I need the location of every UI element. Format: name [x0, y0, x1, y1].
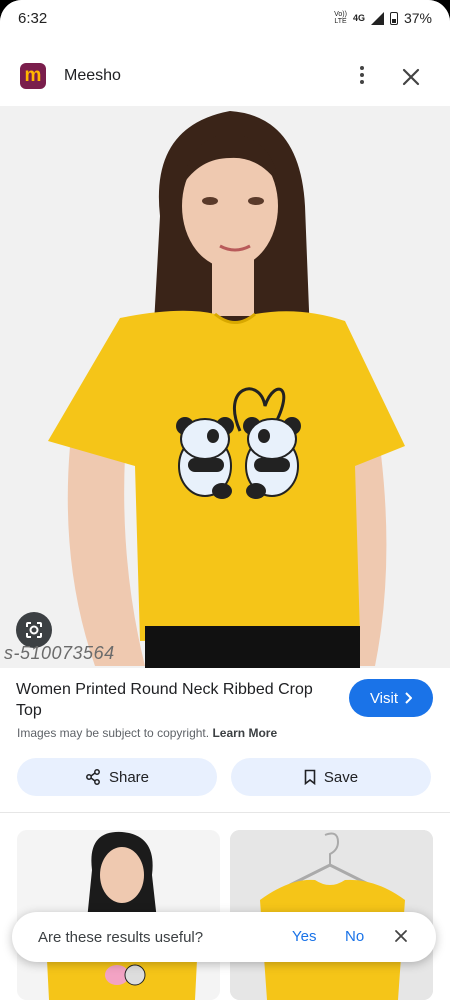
visit-button[interactable]: Visit: [349, 679, 433, 717]
screen: 6:32 Vo)) LTE 4G 37% m Meesho s-51007356…: [0, 0, 450, 1000]
share-label: Share: [108, 768, 150, 786]
battery-level: 37%: [403, 10, 432, 26]
copyright-text: Images may be subject to copyright.: [17, 726, 210, 740]
result-title[interactable]: Women Printed Round Neck Ribbed Crop Top: [16, 679, 316, 721]
save-button[interactable]: Save: [231, 758, 431, 796]
product-photo: [0, 106, 450, 668]
close-icon[interactable]: [398, 64, 424, 90]
status-time: 6:32: [18, 10, 48, 27]
feedback-bar: Are these results useful? Yes No: [12, 912, 436, 962]
share-button[interactable]: Share: [17, 758, 217, 796]
signal-icon: [370, 11, 384, 25]
more-options-icon[interactable]: [355, 64, 369, 88]
status-icons: Vo)) LTE 4G 37%: [334, 10, 432, 26]
visit-label: Visit: [369, 689, 399, 707]
network-type: 4G: [352, 13, 365, 23]
feedback-yes-button[interactable]: Yes: [292, 928, 316, 945]
learn-more-link[interactable]: Learn More: [212, 726, 277, 740]
feedback-question: Are these results useful?: [38, 929, 204, 946]
product-image[interactable]: [0, 106, 450, 668]
close-icon[interactable]: [392, 927, 410, 945]
app-title: Meesho: [64, 67, 121, 84]
volte-icon: Vo)) LTE: [334, 11, 347, 25]
divider: [0, 812, 450, 813]
app-header: m Meesho: [0, 50, 450, 104]
share-icon: [86, 769, 100, 785]
image-watermark: s-510073564: [4, 643, 115, 663]
save-label: Save: [323, 768, 359, 786]
meesho-logo-icon: m: [20, 63, 46, 89]
bookmark-icon: [304, 769, 316, 785]
feedback-no-button[interactable]: No: [345, 928, 364, 945]
copyright-notice: Images may be subject to copyright. Lear…: [17, 726, 277, 740]
status-bar: 6:32 Vo)) LTE 4G 37%: [0, 0, 450, 38]
chevron-right-icon: [405, 692, 413, 704]
battery-icon: [389, 11, 398, 25]
